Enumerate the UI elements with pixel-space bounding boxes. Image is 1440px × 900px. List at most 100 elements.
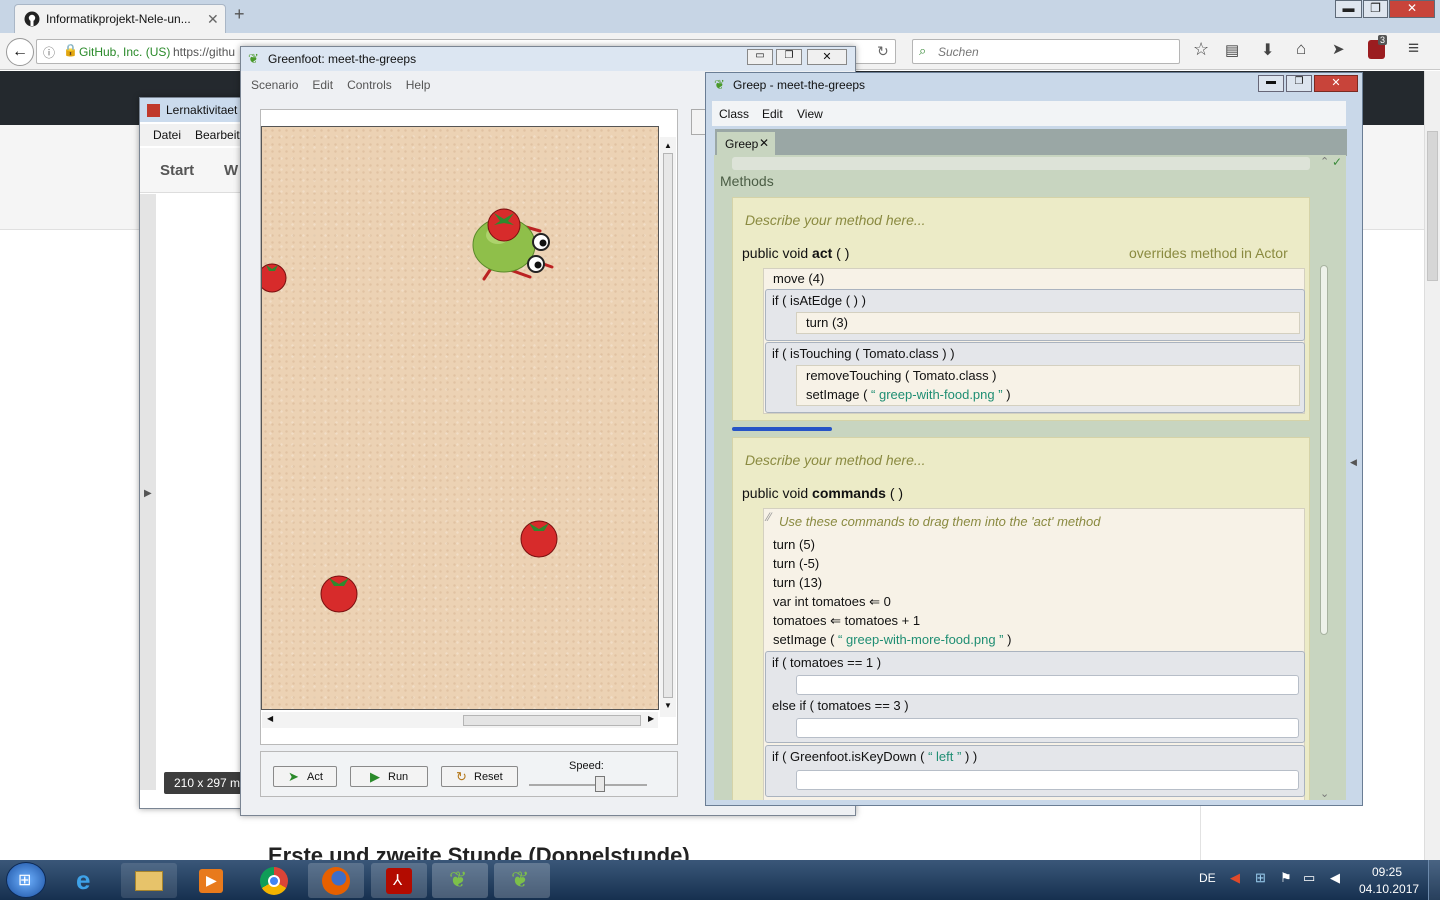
menu-icon[interactable]: ≡ (1408, 38, 1419, 60)
show-desktop-button[interactable] (1428, 860, 1440, 900)
if-tomatoes[interactable]: if ( tomatoes == 1 ) else if ( tomatoes … (765, 651, 1305, 743)
line-increment-tomatoes[interactable]: tomatoes ⇐ tomatoes + 1 (773, 613, 920, 629)
line-set-image[interactable]: setImage ( “ greep-with-food.png ” ) (806, 387, 1011, 402)
world-canvas[interactable] (257, 126, 659, 710)
browser-tab[interactable]: Informatikprojekt-Nele-un... ✕ (14, 4, 226, 33)
close-tab-icon[interactable]: ✕ (207, 11, 219, 28)
editor-close-button[interactable]: ✕ (1314, 75, 1358, 92)
clock-time[interactable]: 09:25 (1372, 865, 1402, 879)
menu-edit-editor[interactable]: Edit (762, 107, 783, 121)
language-indicator[interactable]: DE (1199, 871, 1216, 885)
reset-button[interactable]: ↻ Reset (441, 766, 518, 787)
expand-panel-icon[interactable]: ▶ (144, 488, 152, 499)
method-commands-comment[interactable]: Describe your method here... (745, 452, 926, 468)
pdf-menu-file[interactable]: Datei (153, 128, 181, 142)
line-turn-3[interactable]: turn (3) (806, 315, 848, 330)
taskbar-firefox[interactable] (308, 863, 364, 898)
taskbar-greenfoot-1[interactable]: ❦ (432, 863, 488, 898)
act-button[interactable]: ➤ Act (273, 766, 337, 787)
line-turn-minus-5[interactable]: turn (-5) (773, 556, 819, 571)
info-icon[interactable]: ⓘ (43, 44, 55, 61)
taskbar-media[interactable]: ▶ (183, 863, 239, 898)
method-act[interactable]: Describe your method here... public void… (732, 197, 1310, 421)
speed-slider-thumb[interactable] (594, 776, 605, 792)
taskbar-chrome[interactable] (246, 863, 302, 898)
menu-help[interactable]: Help (406, 78, 431, 92)
scroll-up-icon[interactable]: ⌃ (1320, 155, 1329, 168)
tray-alert-icon[interactable]: ◀ (1230, 870, 1240, 886)
tray-network-icon[interactable]: ⊞ (1255, 870, 1266, 886)
reading-list-icon[interactable]: ▤ (1225, 41, 1239, 59)
run-button[interactable]: ▶ Run (350, 766, 428, 787)
if-is-at-edge-cond[interactable]: if ( isAtEdge ( ) ) (772, 293, 866, 308)
else-if-empty-slot[interactable] (796, 718, 1299, 738)
editor-maximize-button[interactable]: ❐ (1286, 75, 1312, 92)
close-button[interactable]: ✕ (1389, 0, 1435, 18)
if-key-down[interactable]: if ( Greenfoot.isKeyDown ( “ left ” ) ) (765, 745, 1305, 797)
scroll-right-icon[interactable]: ▶ (648, 714, 654, 723)
reload-icon[interactable]: ↻ (877, 43, 889, 60)
commands-comment[interactable]: Use these commands to drag them into the… (779, 514, 1100, 529)
world-scroll-thumb-v[interactable] (663, 153, 673, 698)
method-commands-signature[interactable]: public void commands ( ) (742, 485, 903, 501)
page-scrollbar[interactable] (1424, 71, 1440, 860)
scroll-left-icon[interactable]: ◀ (267, 714, 273, 723)
pdf-start-tab[interactable]: Start (160, 162, 194, 179)
world-scrollbar-v[interactable]: ▲ ▼ (660, 137, 676, 717)
page-scroll-thumb[interactable] (1427, 131, 1438, 281)
gf-maximize-button[interactable]: ❐ (776, 49, 802, 65)
method-act-comment[interactable]: Describe your method here... (745, 212, 926, 228)
gf-close-button[interactable]: ✕ (807, 49, 847, 65)
tray-display-icon[interactable]: ▭ (1303, 870, 1315, 886)
line-remove-touching[interactable]: removeTouching ( Tomato.class ) (806, 368, 997, 383)
site-identity[interactable]: GitHub, Inc. (US) (79, 45, 170, 59)
world-scrollbar-h[interactable]: ◀ ▶ (262, 712, 658, 728)
line-set-image-more[interactable]: setImage ( “ greep-with-more-food.png ” … (773, 632, 1011, 647)
taskbar-greenfoot-2[interactable]: ❦ (494, 863, 550, 898)
method-act-signature[interactable]: public void act ( ) (742, 245, 849, 261)
send-icon[interactable]: ➤ (1332, 40, 1345, 58)
menu-edit[interactable]: Edit (312, 78, 333, 92)
menu-class[interactable]: Class (719, 107, 749, 121)
home-icon[interactable]: ⌂ (1296, 39, 1306, 59)
tray-volume-icon[interactable]: ◀ (1330, 870, 1340, 886)
menu-controls[interactable]: Controls (347, 78, 392, 92)
back-icon[interactable]: ← (6, 38, 34, 66)
gf-minimize-button[interactable]: ▭ (747, 49, 773, 65)
ublock-icon[interactable]: 3 (1368, 35, 1388, 59)
taskbar-ie[interactable]: e (62, 863, 118, 898)
new-tab-icon[interactable]: + (234, 4, 245, 25)
maximize-button[interactable]: ❐ (1363, 0, 1388, 18)
pdf-menu-edit[interactable]: Bearbeite (195, 128, 246, 142)
tray-flag-icon[interactable]: ⚑ (1280, 870, 1292, 886)
line-var-tomatoes[interactable]: var int tomatoes ⇐ 0 (773, 594, 891, 610)
if-is-at-edge[interactable]: if ( isAtEdge ( ) ) turn (3) (765, 289, 1305, 341)
clock-date[interactable]: 04.10.2017 (1359, 882, 1419, 896)
bookmark-star-icon[interactable]: ☆ (1193, 39, 1209, 60)
if-key-down-empty-slot[interactable] (796, 770, 1299, 790)
editor-minimize-button[interactable]: ▬ (1258, 75, 1284, 92)
close-tab-icon[interactable]: ✕ (759, 136, 769, 150)
frame-editor[interactable]: ⌃ ✓ ⌄ Methods Describe your method here.… (714, 155, 1346, 800)
if-key-down-cond[interactable]: if ( Greenfoot.isKeyDown ( “ left ” ) ) (772, 749, 977, 764)
pdf-tools-tab[interactable]: W (224, 162, 238, 179)
line-turn-13[interactable]: turn (13) (773, 575, 822, 590)
start-button[interactable]: ⊞ (6, 862, 46, 898)
menu-scenario[interactable]: Scenario (251, 78, 298, 92)
if-is-touching[interactable]: if ( isTouching ( Tomato.class ) ) remov… (765, 342, 1305, 413)
taskbar-explorer[interactable] (121, 863, 177, 898)
taskbar-acrobat[interactable]: ⅄ (371, 863, 427, 898)
if-is-touching-cond[interactable]: if ( isTouching ( Tomato.class ) ) (772, 346, 955, 361)
else-if-tomatoes-cond[interactable]: else if ( tomatoes == 3 ) (772, 698, 909, 713)
editor-scroll-thumb[interactable] (1320, 265, 1328, 635)
url-text[interactable]: https://githu (173, 45, 235, 59)
speed-track[interactable] (529, 784, 647, 786)
method-commands[interactable]: Describe your method here... public void… (732, 437, 1310, 800)
scroll-down-icon[interactable]: ▼ (664, 701, 672, 710)
line-move[interactable]: move (4) (773, 271, 824, 286)
minimize-button[interactable]: ▬ (1335, 0, 1362, 18)
collapse-panel-icon[interactable]: ◀ (1350, 457, 1357, 468)
world-scroll-thumb-h[interactable] (463, 715, 641, 726)
if-tomatoes-cond[interactable]: if ( tomatoes == 1 ) (772, 655, 881, 670)
if-tomatoes-empty-slot[interactable] (796, 675, 1299, 695)
